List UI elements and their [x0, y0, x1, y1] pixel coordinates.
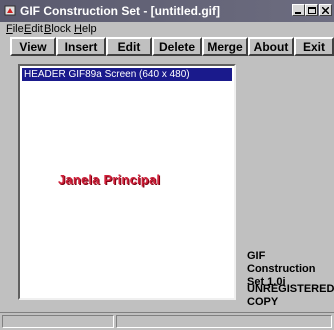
app-icon[interactable] [4, 4, 16, 17]
insert-button[interactable]: Insert [56, 37, 106, 56]
version-line-1: GIF Construction [247, 250, 316, 275]
status-bar [0, 312, 334, 330]
menu-block-label: lock [51, 23, 71, 35]
menu-file-mnemonic: F [6, 23, 13, 35]
menu-file-label: ile [12, 23, 24, 35]
status-pane-right [116, 315, 332, 328]
menu-edit[interactable]: Edit [24, 23, 43, 35]
window-title: GIF Construction Set - [untitled.gif] [20, 4, 220, 18]
status-pane-left [2, 315, 114, 328]
menu-help[interactable]: Help [74, 23, 97, 35]
close-icon[interactable] [319, 4, 332, 16]
menu-bar: File Edit Block Help [0, 22, 334, 36]
view-button[interactable]: View [10, 37, 56, 56]
menu-file[interactable]: File [6, 23, 24, 35]
about-button[interactable]: About [248, 37, 294, 56]
exit-button[interactable]: Exit [294, 37, 334, 56]
menu-help-label: elp [81, 23, 97, 35]
merge-button[interactable]: Merge [202, 37, 248, 56]
registration-status: UNREGISTERED COPY [247, 283, 334, 309]
delete-button[interactable]: Delete [152, 37, 202, 56]
menu-help-mnemonic: H [74, 23, 82, 35]
block-list-item-header[interactable]: HEADER GIF89a Screen (640 x 480) [22, 68, 232, 81]
edit-button[interactable]: Edit [106, 37, 152, 56]
minimize-icon[interactable] [292, 4, 305, 16]
toolbar: View Insert Edit Delete Merge About Exit [0, 36, 334, 58]
registration-line-2: COPY [247, 296, 279, 308]
preview-text: Janela Principal [58, 172, 161, 187]
registration-line-1: UNREGISTERED [247, 283, 334, 295]
block-list[interactable]: HEADER GIF89a Screen (640 x 480) Janela … [18, 64, 236, 300]
title-bar: GIF Construction Set - [untitled.gif] [0, 0, 334, 22]
menu-block[interactable]: Block [44, 23, 71, 35]
maximize-icon[interactable] [305, 4, 318, 16]
menu-edit-label: dit [31, 23, 43, 35]
